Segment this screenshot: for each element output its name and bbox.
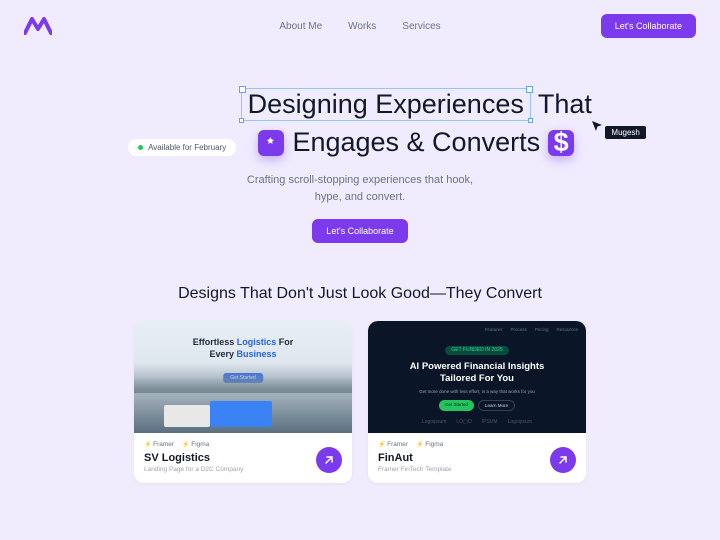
open-project-button[interactable] [316, 447, 342, 473]
status-dot-icon [138, 145, 143, 150]
truck-illustration [134, 377, 352, 433]
open-project-button[interactable] [550, 447, 576, 473]
hero: Available for February Designing Experie… [0, 52, 720, 243]
project-title: FinAut [378, 452, 576, 464]
project-tags: FramerFigma [144, 441, 342, 448]
project-card[interactable]: FeaturesProcessPricingResources GET FUND… [368, 321, 586, 483]
nav-works[interactable]: Works [348, 21, 376, 32]
logo[interactable] [24, 16, 52, 36]
headline-rest: That [538, 89, 592, 119]
headline-line2: Engages & Converts [292, 127, 540, 158]
hero-cta-button[interactable]: Let's Collaborate [312, 219, 407, 243]
project-subtitle: Framer FinTech Template [378, 466, 576, 473]
project-title: SV Logistics [144, 452, 342, 464]
nav-about[interactable]: About Me [279, 21, 322, 32]
hero-subtitle: Crafting scroll-stopping experiences tha… [0, 172, 720, 205]
headline-selection: Designing Experiences [241, 88, 531, 121]
headline: Designing Experiences That Mugesh Engage… [241, 88, 592, 158]
nav-services[interactable]: Services [402, 21, 440, 32]
handshake-icon [258, 130, 284, 156]
main-nav: About Me Works Services [279, 21, 440, 32]
cursor-name: Mugesh [605, 126, 645, 139]
thumb-nav: FeaturesProcessPricingResources [368, 321, 586, 338]
project-subtitle: Landing Page for a D2C Company [144, 466, 342, 473]
works-section: Designs That Don't Just Look Good—They C… [0, 285, 720, 483]
project-thumbnail: Effortless Logistics For Every Business … [134, 321, 352, 433]
project-card[interactable]: Effortless Logistics For Every Business … [134, 321, 352, 483]
collaborator-cursor: Mugesh [591, 120, 645, 139]
works-heading: Designs That Don't Just Look Good—They C… [0, 285, 720, 303]
dollar-icon: $ [548, 130, 574, 156]
project-tags: FramerFigma [378, 441, 576, 448]
project-thumbnail: FeaturesProcessPricingResources GET FUND… [368, 321, 586, 433]
availability-text: Available for February [148, 143, 226, 152]
header-cta-button[interactable]: Let's Collaborate [601, 14, 696, 38]
availability-pill: Available for February [128, 139, 236, 156]
